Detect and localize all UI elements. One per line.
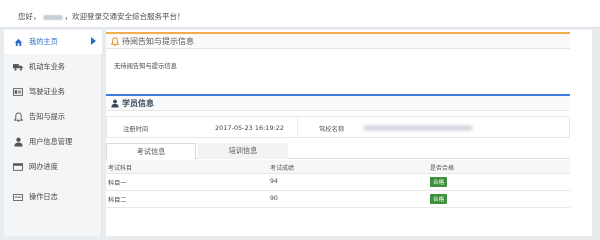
subject-cell: 科目二: [108, 197, 127, 204]
score-cell: 90: [270, 195, 278, 202]
home-icon: [13, 37, 23, 47]
id-card-icon: [13, 87, 23, 97]
sidebar-item-home[interactable]: 我的主页: [4, 30, 102, 54]
chevron-right-icon: [91, 37, 96, 45]
sidebar-item-label: 操作日志: [29, 192, 58, 201]
sidebar-item-label: 告知与提示: [29, 112, 65, 121]
tab-training-info[interactable]: 培训信息: [198, 143, 288, 159]
pass-status-badge: 合格: [430, 177, 448, 187]
sidebar-item-notices[interactable]: 告知与提示: [4, 105, 102, 129]
divider: [297, 117, 298, 137]
empty-notifications-text: 无待阅告知与提示信息: [114, 63, 177, 70]
notifications-panel-header: 待阅告知与提示信息: [106, 32, 570, 49]
bell-icon: [13, 112, 23, 122]
subject-cell: 科目一: [108, 180, 127, 187]
sidebar-item-progress[interactable]: 网办进度: [4, 155, 102, 179]
progress-icon: [13, 162, 23, 172]
column-header-subject: 考试科目: [108, 165, 133, 172]
table-row: 科目二 90 合格: [106, 191, 570, 208]
sidebar-item-label: 网办进度: [29, 162, 58, 171]
student-info-title: 学员信息: [122, 98, 154, 108]
bell-icon: [110, 36, 119, 46]
greeting-text: 您好，: [18, 12, 41, 21]
pass-status-badge: 合格: [430, 194, 448, 204]
redacted-school-name: [363, 125, 473, 131]
log-icon: [13, 192, 23, 202]
notifications-title: 待阅告知与提示信息: [122, 36, 194, 46]
sidebar-item-label: 机动车业务: [29, 62, 65, 71]
student-info-box: 注册时间 2017-05-23 16:19:22 驾校名称: [106, 116, 570, 138]
table-header-row: 考试科目 考试成绩 是否合格: [106, 160, 570, 174]
sidebar-item-label: 用户信息管理: [29, 137, 73, 146]
score-cell: 94: [270, 178, 278, 185]
sidebar-item-logs[interactable]: 操作日志: [4, 185, 102, 209]
welcome-message: 您好， ，欢迎登录交通安全综合服务平台！: [18, 11, 185, 22]
top-bar: 您好， ，欢迎登录交通安全综合服务平台！: [0, 0, 600, 28]
table-row: 科目一 94 合格: [106, 174, 570, 191]
column-header-passed: 是否合格: [430, 165, 455, 172]
driving-school-label: 驾校名称: [319, 126, 345, 133]
truck-icon: [13, 62, 23, 72]
registration-time-value: 2017-05-23 16:19:22: [215, 124, 285, 132]
student-info-panel-header: 学员信息: [106, 94, 570, 111]
sidebar-nav: 我的主页 机动车业务 驾驶证业务 告知与提示 用户信息管理 网办进度 操作日志: [4, 30, 102, 236]
registration-time-label: 注册时间: [123, 126, 149, 133]
sidebar-item-label: 驾驶证业务: [29, 87, 65, 96]
welcome-suffix: ，欢迎登录交通安全综合服务平台！: [64, 12, 185, 21]
info-tabs: 考试信息 培训信息: [106, 143, 570, 160]
sidebar-item-vehicle[interactable]: 机动车业务: [4, 55, 102, 79]
sidebar-item-user-info[interactable]: 用户信息管理: [4, 130, 102, 154]
main-content: 待阅告知与提示信息 无待阅告知与提示信息 学员信息 注册时间 2017-05-2…: [106, 30, 592, 236]
sidebar-item-label: 我的主页: [29, 37, 58, 46]
user-icon: [110, 99, 119, 108]
exam-table: 考试科目 考试成绩 是否合格 科目一 94 合格 科目二 90 合格: [106, 160, 570, 208]
column-header-score: 考试成绩: [270, 165, 295, 172]
sidebar-item-license[interactable]: 驾驶证业务: [4, 80, 102, 104]
redacted-username: [42, 14, 63, 20]
user-icon: [13, 137, 23, 147]
tab-exam-info[interactable]: 考试信息: [106, 143, 196, 160]
